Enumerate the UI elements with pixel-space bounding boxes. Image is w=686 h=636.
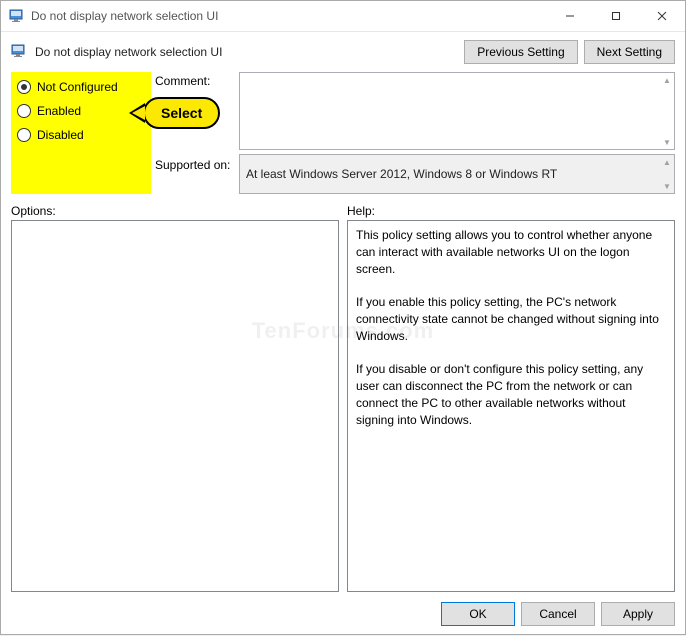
radio-dot-icon <box>17 104 31 118</box>
nav-buttons: Previous Setting Next Setting <box>464 40 675 64</box>
radio-disabled[interactable]: Disabled <box>17 128 145 142</box>
supported-on-field-wrapper: At least Windows Server 2012, Windows 8 … <box>239 154 675 194</box>
supported-on-label: Supported on: <box>155 154 235 194</box>
close-button[interactable] <box>639 1 685 31</box>
window-controls <box>547 1 685 31</box>
titlebar-left: Do not display network selection UI <box>9 8 218 24</box>
options-panel <box>11 220 339 592</box>
panels: This policy setting allows you to contro… <box>11 220 675 592</box>
comment-field-wrapper: ▲ ▼ <box>239 72 675 150</box>
page-title: Do not display network selection UI <box>35 45 222 59</box>
radio-label: Enabled <box>37 104 81 118</box>
radio-not-configured[interactable]: Not Configured <box>17 80 145 94</box>
minimize-button[interactable] <box>547 1 593 31</box>
header-left: Do not display network selection UI <box>11 43 222 62</box>
scroll-up-icon[interactable]: ▲ <box>661 156 673 168</box>
policy-icon <box>9 8 25 24</box>
next-setting-button[interactable]: Next Setting <box>584 40 675 64</box>
scroll-down-icon[interactable]: ▼ <box>661 136 673 148</box>
options-label: Options: <box>11 204 339 218</box>
radio-label: Not Configured <box>37 80 118 94</box>
radio-enabled[interactable]: Enabled <box>17 104 145 118</box>
radio-label: Disabled <box>37 128 84 142</box>
header-row: Do not display network selection UI Prev… <box>11 40 675 64</box>
footer: OK Cancel Apply <box>11 602 675 626</box>
cancel-button[interactable]: Cancel <box>521 602 595 626</box>
supported-on-value: At least Windows Server 2012, Windows 8 … <box>239 154 675 194</box>
radio-dot-icon <box>17 128 31 142</box>
scroll-down-icon[interactable]: ▼ <box>661 180 673 192</box>
comment-label: Comment: <box>155 72 235 150</box>
top-area: Not Configured Enabled Disabled Comment:… <box>11 72 675 194</box>
window: Do not display network selection UI <box>0 0 686 635</box>
titlebar: Do not display network selection UI <box>1 1 685 32</box>
comment-textarea[interactable] <box>239 72 675 150</box>
apply-button[interactable]: Apply <box>601 602 675 626</box>
ok-button[interactable]: OK <box>441 602 515 626</box>
previous-setting-button[interactable]: Previous Setting <box>464 40 577 64</box>
content: Do not display network selection UI Prev… <box>1 32 685 636</box>
policy-icon <box>11 43 27 62</box>
maximize-button[interactable] <box>593 1 639 31</box>
mid-labels: Options: Help: <box>11 204 675 218</box>
help-panel: This policy setting allows you to contro… <box>347 220 675 592</box>
window-title: Do not display network selection UI <box>31 9 218 23</box>
scroll-up-icon[interactable]: ▲ <box>661 74 673 86</box>
state-radio-group: Not Configured Enabled Disabled <box>11 72 151 194</box>
radio-dot-icon <box>17 80 31 94</box>
help-label: Help: <box>347 204 675 218</box>
